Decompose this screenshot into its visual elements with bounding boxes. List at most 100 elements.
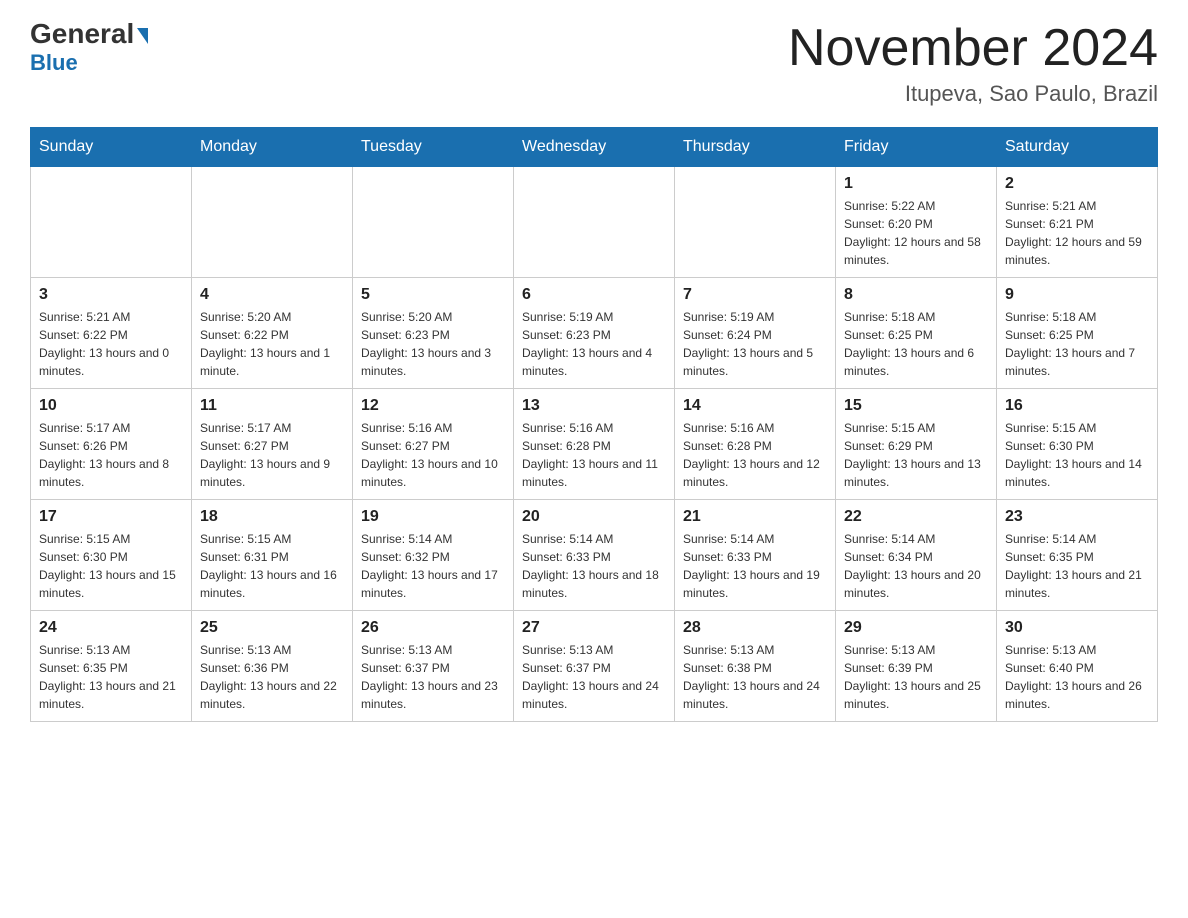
title-block: November 2024 Itupeva, Sao Paulo, Brazil bbox=[788, 20, 1158, 107]
calendar-cell bbox=[353, 167, 514, 278]
day-number: 17 bbox=[39, 508, 183, 526]
day-info: Sunrise: 5:16 AMSunset: 6:28 PMDaylight:… bbox=[683, 419, 827, 491]
calendar-cell: 21 Sunrise: 5:14 AMSunset: 6:33 PMDayligh… bbox=[675, 500, 836, 611]
calendar-cell: 22 Sunrise: 5:14 AMSunset: 6:34 PMDayligh… bbox=[836, 500, 997, 611]
calendar-cell: 3Sunrise: 5:21 AMSunset: 6:22 PMDaylight… bbox=[31, 278, 192, 389]
month-title: November 2024 bbox=[788, 20, 1158, 77]
day-info: Sunrise: 5:18 AMSunset: 6:25 PMDaylight:… bbox=[844, 308, 988, 380]
calendar-week-3: 10 Sunrise: 5:17 AMSunset: 6:26 PMDayligh… bbox=[31, 389, 1158, 500]
day-info: Sunrise: 5:21 AMSunset: 6:21 PMDaylight:… bbox=[1005, 197, 1149, 269]
day-number: 4 bbox=[200, 286, 344, 304]
day-info: Sunrise: 5:15 AMSunset: 6:29 PMDaylight:… bbox=[844, 419, 988, 491]
day-number: 1 bbox=[844, 175, 988, 193]
calendar-header-row: SundayMondayTuesdayWednesdayThursdayFrid… bbox=[31, 128, 1158, 167]
day-info: Sunrise: 5:20 AMSunset: 6:22 PMDaylight:… bbox=[200, 308, 344, 380]
logo: General Blue bbox=[30, 20, 148, 76]
day-info: Sunrise: 5:13 AMSunset: 6:37 PMDaylight:… bbox=[361, 641, 505, 713]
calendar-cell bbox=[31, 167, 192, 278]
day-number: 27 bbox=[522, 619, 666, 637]
calendar-week-2: 3Sunrise: 5:21 AMSunset: 6:22 PMDaylight… bbox=[31, 278, 1158, 389]
day-info: Sunrise: 5:13 AMSunset: 6:39 PMDaylight:… bbox=[844, 641, 988, 713]
calendar-cell: 26 Sunrise: 5:13 AMSunset: 6:37 PMDayligh… bbox=[353, 611, 514, 722]
day-number: 9 bbox=[1005, 286, 1149, 304]
calendar-cell: 15 Sunrise: 5:15 AMSunset: 6:29 PMDayligh… bbox=[836, 389, 997, 500]
day-info: Sunrise: 5:13 AMSunset: 6:38 PMDaylight:… bbox=[683, 641, 827, 713]
day-info: Sunrise: 5:16 AMSunset: 6:28 PMDaylight:… bbox=[522, 419, 666, 491]
day-info: Sunrise: 5:13 AMSunset: 6:35 PMDaylight:… bbox=[39, 641, 183, 713]
calendar-cell: 8 Sunrise: 5:18 AMSunset: 6:25 PMDaylight… bbox=[836, 278, 997, 389]
day-number: 10 bbox=[39, 397, 183, 415]
day-number: 23 bbox=[1005, 508, 1149, 526]
day-info: Sunrise: 5:14 AMSunset: 6:35 PMDaylight:… bbox=[1005, 530, 1149, 602]
day-number: 20 bbox=[522, 508, 666, 526]
calendar-cell: 4 Sunrise: 5:20 AMSunset: 6:22 PMDaylight… bbox=[192, 278, 353, 389]
day-number: 3 bbox=[39, 286, 183, 304]
calendar-header-tuesday: Tuesday bbox=[353, 128, 514, 167]
day-number: 15 bbox=[844, 397, 988, 415]
day-number: 28 bbox=[683, 619, 827, 637]
day-info: Sunrise: 5:13 AMSunset: 6:37 PMDaylight:… bbox=[522, 641, 666, 713]
calendar-week-1: 1 Sunrise: 5:22 AMSunset: 6:20 PMDaylight… bbox=[31, 167, 1158, 278]
day-number: 11 bbox=[200, 397, 344, 415]
calendar-cell bbox=[675, 167, 836, 278]
day-info: Sunrise: 5:22 AMSunset: 6:20 PMDaylight:… bbox=[844, 197, 988, 269]
calendar-cell: 18Sunrise: 5:15 AMSunset: 6:31 PMDayligh… bbox=[192, 500, 353, 611]
logo-general-text: General bbox=[30, 20, 148, 48]
calendar-cell: 10 Sunrise: 5:17 AMSunset: 6:26 PMDayligh… bbox=[31, 389, 192, 500]
day-number: 6 bbox=[522, 286, 666, 304]
calendar-cell: 28 Sunrise: 5:13 AMSunset: 6:38 PMDayligh… bbox=[675, 611, 836, 722]
day-info: Sunrise: 5:19 AMSunset: 6:24 PMDaylight:… bbox=[683, 308, 827, 380]
calendar-cell bbox=[192, 167, 353, 278]
calendar-cell bbox=[514, 167, 675, 278]
calendar-cell: 1 Sunrise: 5:22 AMSunset: 6:20 PMDaylight… bbox=[836, 167, 997, 278]
calendar-cell: 29 Sunrise: 5:13 AMSunset: 6:39 PMDayligh… bbox=[836, 611, 997, 722]
calendar-cell: 16 Sunrise: 5:15 AMSunset: 6:30 PMDayligh… bbox=[997, 389, 1158, 500]
calendar-cell: 2 Sunrise: 5:21 AMSunset: 6:21 PMDaylight… bbox=[997, 167, 1158, 278]
day-info: Sunrise: 5:15 AMSunset: 6:31 PMDaylight:… bbox=[200, 530, 344, 602]
calendar-header-friday: Friday bbox=[836, 128, 997, 167]
day-info: Sunrise: 5:13 AMSunset: 6:40 PMDaylight:… bbox=[1005, 641, 1149, 713]
calendar-cell: 24Sunrise: 5:13 AMSunset: 6:35 PMDayligh… bbox=[31, 611, 192, 722]
day-number: 5 bbox=[361, 286, 505, 304]
calendar-cell: 12 Sunrise: 5:16 AMSunset: 6:27 PMDayligh… bbox=[353, 389, 514, 500]
day-number: 19 bbox=[361, 508, 505, 526]
day-number: 2 bbox=[1005, 175, 1149, 193]
day-number: 29 bbox=[844, 619, 988, 637]
calendar-header-saturday: Saturday bbox=[997, 128, 1158, 167]
day-number: 7 bbox=[683, 286, 827, 304]
calendar-cell: 30Sunrise: 5:13 AMSunset: 6:40 PMDayligh… bbox=[997, 611, 1158, 722]
day-number: 12 bbox=[361, 397, 505, 415]
day-number: 21 bbox=[683, 508, 827, 526]
calendar-cell: 19 Sunrise: 5:14 AMSunset: 6:32 PMDayligh… bbox=[353, 500, 514, 611]
calendar-cell: 23 Sunrise: 5:14 AMSunset: 6:35 PMDayligh… bbox=[997, 500, 1158, 611]
day-info: Sunrise: 5:20 AMSunset: 6:23 PMDaylight:… bbox=[361, 308, 505, 380]
calendar-cell: 25Sunrise: 5:13 AMSunset: 6:36 PMDayligh… bbox=[192, 611, 353, 722]
day-info: Sunrise: 5:17 AMSunset: 6:26 PMDaylight:… bbox=[39, 419, 183, 491]
calendar-header-sunday: Sunday bbox=[31, 128, 192, 167]
day-number: 26 bbox=[361, 619, 505, 637]
day-info: Sunrise: 5:15 AMSunset: 6:30 PMDaylight:… bbox=[39, 530, 183, 602]
calendar-week-5: 24Sunrise: 5:13 AMSunset: 6:35 PMDayligh… bbox=[31, 611, 1158, 722]
day-number: 13 bbox=[522, 397, 666, 415]
day-info: Sunrise: 5:14 AMSunset: 6:32 PMDaylight:… bbox=[361, 530, 505, 602]
day-info: Sunrise: 5:15 AMSunset: 6:30 PMDaylight:… bbox=[1005, 419, 1149, 491]
calendar-cell: 7 Sunrise: 5:19 AMSunset: 6:24 PMDaylight… bbox=[675, 278, 836, 389]
calendar-cell: 11Sunrise: 5:17 AMSunset: 6:27 PMDayligh… bbox=[192, 389, 353, 500]
day-info: Sunrise: 5:14 AMSunset: 6:34 PMDaylight:… bbox=[844, 530, 988, 602]
calendar-cell: 5 Sunrise: 5:20 AMSunset: 6:23 PMDaylight… bbox=[353, 278, 514, 389]
calendar-cell: 17 Sunrise: 5:15 AMSunset: 6:30 PMDayligh… bbox=[31, 500, 192, 611]
calendar-cell: 9Sunrise: 5:18 AMSunset: 6:25 PMDaylight… bbox=[997, 278, 1158, 389]
day-info: Sunrise: 5:14 AMSunset: 6:33 PMDaylight:… bbox=[683, 530, 827, 602]
day-number: 22 bbox=[844, 508, 988, 526]
location-title: Itupeva, Sao Paulo, Brazil bbox=[788, 81, 1158, 107]
logo-blue-text: Blue bbox=[30, 50, 78, 76]
calendar-header-monday: Monday bbox=[192, 128, 353, 167]
calendar-cell: 20Sunrise: 5:14 AMSunset: 6:33 PMDayligh… bbox=[514, 500, 675, 611]
day-info: Sunrise: 5:16 AMSunset: 6:27 PMDaylight:… bbox=[361, 419, 505, 491]
page-header: General Blue November 2024 Itupeva, Sao … bbox=[30, 20, 1158, 107]
calendar-cell: 6Sunrise: 5:19 AMSunset: 6:23 PMDaylight… bbox=[514, 278, 675, 389]
day-number: 8 bbox=[844, 286, 988, 304]
day-number: 16 bbox=[1005, 397, 1149, 415]
calendar-table: SundayMondayTuesdayWednesdayThursdayFrid… bbox=[30, 127, 1158, 722]
day-number: 25 bbox=[200, 619, 344, 637]
